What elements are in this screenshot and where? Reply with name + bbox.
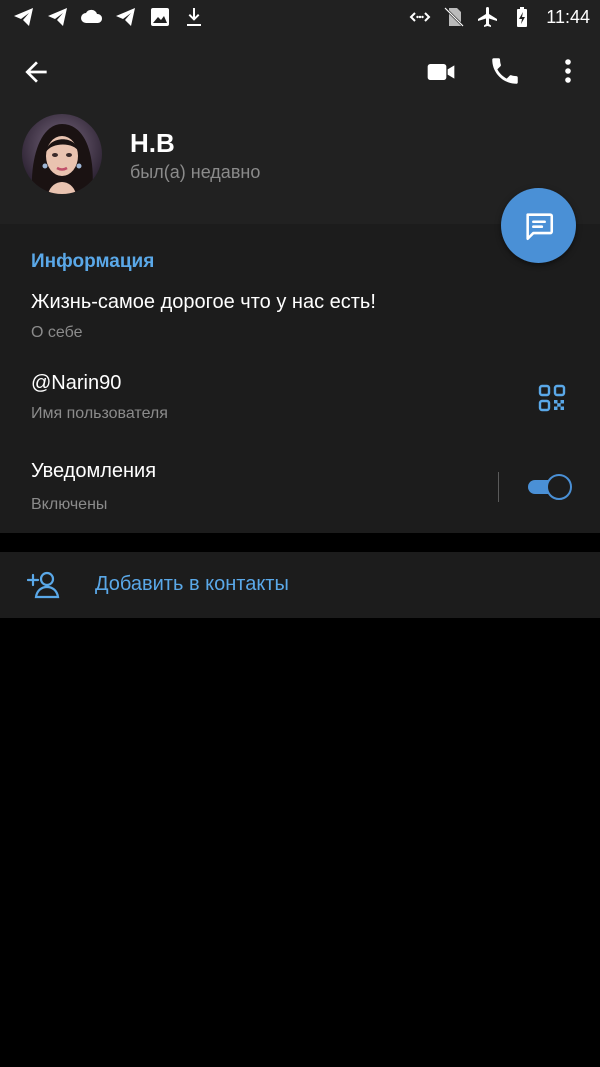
username-text: @Narin90 — [31, 372, 122, 394]
status-bar: 11:44 — [0, 0, 600, 34]
notifications-toggle[interactable] — [526, 474, 572, 500]
add-person-icon — [27, 571, 60, 599]
phone-icon[interactable] — [488, 54, 522, 88]
airplane-icon — [478, 7, 498, 27]
notifications-row[interactable]: Уведомления Включены — [0, 450, 600, 520]
notifications-status: Включены — [31, 496, 108, 513]
section-title: Информация — [31, 251, 155, 272]
toggle-knob — [546, 474, 572, 500]
cloud-icon — [81, 9, 103, 23]
avatar-image — [22, 114, 102, 194]
profile-name: Н.В — [130, 128, 175, 158]
avatar[interactable] — [22, 114, 102, 194]
username-row[interactable]: @Narin90 Имя пользователя — [0, 360, 600, 436]
back-icon[interactable] — [20, 56, 52, 88]
username-label: Имя пользователя — [31, 405, 168, 422]
status-time: 11:44 — [546, 6, 590, 27]
profile-header: Н.В был(а) недавно — [0, 34, 600, 224]
telegram-icon — [14, 8, 33, 26]
qr-code-icon[interactable] — [538, 384, 566, 412]
bio-label: О себе — [31, 324, 83, 341]
divider — [498, 472, 499, 502]
add-contact-button[interactable]: Добавить в контакты — [0, 552, 600, 618]
message-button[interactable] — [501, 188, 576, 263]
bio-text[interactable]: Жизнь-самое дорогое что у нас есть! — [31, 291, 376, 314]
telegram-icon — [116, 8, 135, 26]
info-section: Информация Жизнь-самое дорогое что у нас… — [0, 224, 600, 533]
download-icon — [187, 8, 201, 26]
telegram-icon — [48, 8, 67, 26]
notifications-title: Уведомления — [31, 460, 157, 482]
message-icon — [525, 212, 553, 240]
no-sim-icon — [444, 7, 465, 27]
battery-charging-icon — [517, 7, 528, 27]
more-vert-icon[interactable] — [556, 54, 580, 88]
last-seen-status: был(а) недавно — [130, 162, 261, 182]
image-icon — [151, 8, 169, 26]
video-call-icon[interactable] — [424, 56, 458, 88]
add-contact-label: Добавить в контакты — [95, 573, 289, 595]
code-signal-icon — [409, 12, 431, 22]
